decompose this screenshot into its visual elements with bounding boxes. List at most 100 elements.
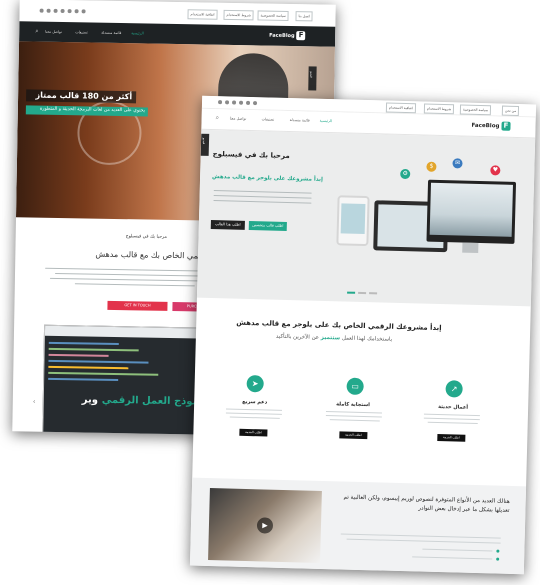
feature-text-line	[229, 416, 280, 419]
front-slide-tag: فيديو	[201, 137, 207, 145]
front-hero-order-button[interactable]: اطلب هذا القالب	[210, 219, 245, 230]
feature-button-label: اطلب الخدمة	[245, 429, 262, 435]
front-nav-contact[interactable]: تواصل معنا	[230, 116, 247, 120]
pinterest-icon[interactable]	[252, 101, 258, 106]
back-hero-title: أكثر من 180 قالب ممتاز	[35, 90, 133, 102]
front-section-sub-end: عن الآخرين بالتأكيد	[275, 333, 320, 341]
feature-text-line	[226, 408, 283, 411]
twitter-icon[interactable]	[46, 8, 51, 13]
front-hero-slider: فيديو مرحبا بك في فيسبلوج إبدأ مشروعك عل…	[196, 129, 536, 307]
list-bullet	[496, 557, 500, 561]
back-topbar-link[interactable]: شروط الاستخدام	[223, 9, 254, 21]
about-list-line	[422, 548, 493, 552]
front-hero-text-line	[213, 195, 312, 199]
code-line	[48, 341, 119, 346]
facebook-icon[interactable]	[53, 8, 58, 13]
feature-text-line	[423, 413, 480, 417]
about-list-line	[412, 556, 493, 560]
front-topbar-link[interactable]: شروط الاستخدام	[423, 103, 455, 115]
back-nav-dropdown[interactable]: قائمة منسدلة	[101, 31, 121, 35]
slider-dot[interactable]	[347, 291, 356, 294]
front-slide-tab[interactable]: فيديو	[200, 133, 210, 156]
feature-title: استجابة كاملة	[336, 401, 371, 409]
showcase-stage: اتفاقية الاستخدام شروط الاستخدام سياسة ا…	[0, 0, 540, 585]
gplus-icon[interactable]	[60, 8, 65, 14]
front-nav-home[interactable]: الرئيسية	[320, 119, 332, 123]
about-text-line	[346, 538, 501, 544]
back-section-title: الرقمي الخاص بك مع قالب مدهش	[95, 249, 212, 261]
front-hero-text-line	[213, 190, 312, 194]
back-topbar-link[interactable]: اتفاقية الاستخدام	[187, 9, 218, 20]
back-topbar-link[interactable]: اتصل بنا	[295, 11, 314, 22]
feature-text-line	[225, 412, 282, 415]
front-topbar-link[interactable]: من نحن	[501, 105, 520, 117]
back-hero-sub-box: يحتوي على العديد من لغات البرمجة الحديثة…	[25, 105, 148, 117]
slider-dot[interactable]	[369, 292, 378, 295]
front-screenshot: اتفاقية الاستخدام شروط الاستخدام سياسة ا…	[189, 95, 537, 575]
monitor-screen	[429, 182, 513, 237]
youtube-icon[interactable]	[245, 100, 251, 105]
front-monitor-mockup	[426, 179, 517, 244]
play-icon[interactable]: ▶	[256, 517, 274, 534]
laptop-icon: ▭	[346, 377, 364, 396]
front-hero-custom-button[interactable]: اطلب قالب متخصص	[248, 220, 287, 231]
back-text-line	[55, 272, 215, 278]
back-brand-name: FaceBlog	[269, 32, 295, 39]
search-icon[interactable]: ⌕	[216, 114, 220, 122]
back-code-title: نموذج العمل الرقمي	[101, 394, 204, 408]
front-topbar-link[interactable]: اتفاقية الاستخدام	[385, 102, 417, 114]
front-logo[interactable]: FaceBlog F	[471, 121, 511, 131]
search-icon[interactable]: ⌕	[35, 28, 38, 36]
front-nav-categories[interactable]: تصنيفات	[262, 117, 275, 121]
twitter-icon[interactable]	[224, 100, 230, 105]
front-topbar-link[interactable]: سياسة الخصوصية	[459, 104, 492, 116]
code-line	[48, 371, 159, 376]
feature-order-button[interactable]: اطلب الخدمة	[437, 433, 466, 442]
back-nav-categories[interactable]: تصنيفات	[75, 30, 88, 34]
front-about-section: ▶ هنالك العديد من الأنواع المتوفرة لنصوص…	[189, 477, 527, 575]
back-topbar-link[interactable]: سياسة الخصوصية	[257, 10, 289, 21]
rss-icon[interactable]	[39, 8, 44, 13]
front-phone-mockup	[336, 195, 370, 247]
feature-text-line	[325, 415, 382, 418]
rss-icon[interactable]	[217, 100, 223, 105]
code-line	[48, 377, 119, 382]
front-hero-title: مرحبا بك في فيسبلوج	[212, 150, 290, 161]
back-nav-home[interactable]: الرئيسية	[131, 31, 143, 35]
back-code-title-start: وير	[81, 394, 99, 406]
back-nav-contact[interactable]: تواصل معنا	[45, 30, 62, 34]
back-text-line	[49, 277, 220, 283]
list-bullet	[496, 549, 500, 553]
front-video-thumbnail[interactable]: ▶	[208, 488, 322, 563]
front-about-text: هنالك العديد من الأنواع المتوفرة لنصوص ل…	[343, 494, 510, 514]
instagram-icon[interactable]	[81, 9, 86, 14]
facebook-icon[interactable]	[231, 100, 237, 105]
gear-icon: ⚙	[400, 168, 411, 180]
feature-text-line	[423, 417, 480, 421]
pinterest-icon[interactable]	[74, 9, 79, 14]
slider-dots	[347, 291, 379, 295]
front-features: ↗ ▭ ➤ أعمال حديثة استجابة كاملة دعم سريع…	[193, 374, 529, 469]
monitor-stand	[462, 242, 479, 253]
gplus-icon[interactable]	[238, 100, 244, 105]
front-nav-dropdown[interactable]: قائمة منسدلة	[290, 118, 310, 123]
feature-order-button[interactable]: اطلب الخدمة	[239, 428, 268, 437]
feature-text-line	[329, 419, 380, 422]
front-hero-order-label: اطلب هذا القالب	[215, 222, 241, 227]
slider-dot[interactable]	[358, 291, 367, 295]
back-prev-arrow-icon[interactable]: ‹	[33, 398, 36, 406]
front-hero-text-line	[213, 200, 312, 204]
cart-icon: ♥	[490, 165, 501, 176]
code-line	[48, 353, 109, 357]
back-get-in-touch-button[interactable]: GET IN TOUCH	[107, 300, 168, 311]
front-section-subtitle: باستخدامك لهذا العمل ستتميز عن الآخرين ب…	[276, 334, 392, 343]
logo-icon: F	[501, 121, 511, 131]
code-line	[48, 359, 149, 364]
back-logo[interactable]: FaceBlog F	[269, 31, 306, 41]
back-slide-tab[interactable]: فيديو	[308, 66, 317, 91]
about-text-line	[340, 533, 501, 539]
youtube-icon[interactable]	[67, 9, 72, 14]
feature-order-button[interactable]: اطلب الخدمة	[339, 431, 368, 440]
logo-icon: F	[296, 31, 306, 41]
phone-screen	[340, 203, 366, 235]
